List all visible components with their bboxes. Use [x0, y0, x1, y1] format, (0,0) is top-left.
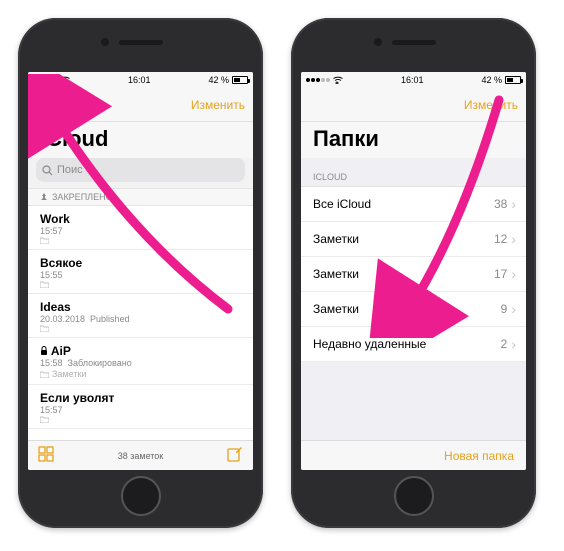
- gallery-view-button[interactable]: [38, 446, 54, 465]
- wifi-icon: [333, 76, 343, 84]
- phone-frame-left: 16:01 42 % Изменить iCloud Поис ЗАКРЕПЛЕ…: [18, 18, 263, 528]
- front-camera: [101, 38, 109, 46]
- compose-button[interactable]: [227, 446, 243, 465]
- folder-row[interactable]: Заметки 9›: [301, 292, 526, 327]
- lock-icon: [40, 346, 48, 356]
- search-icon: [42, 165, 53, 176]
- notes-list: Work 15:57 Всякое 15:55 Ideas 20.03.2018…: [28, 206, 253, 440]
- back-button[interactable]: [36, 93, 48, 116]
- phone-frame-right: 16:01 42 % Изменить Папки ICLOUD Все iCl…: [291, 18, 536, 528]
- folders-list: Все iCloud 38› Заметки 12› Заметки 17› З…: [301, 187, 526, 440]
- signal-dots-icon: [306, 78, 330, 82]
- battery-icon: [232, 76, 248, 84]
- note-row[interactable]: Ideas 20.03.2018Published: [28, 294, 253, 338]
- bottom-toolbar: Новая папка: [301, 440, 526, 470]
- grid-icon: [38, 446, 54, 462]
- page-title: iCloud: [28, 122, 253, 158]
- note-row[interactable]: Всякое 15:55: [28, 250, 253, 294]
- notes-count: 38 заметок: [54, 451, 227, 461]
- chevron-right-icon: ›: [511, 267, 516, 281]
- chevron-right-icon: ›: [511, 232, 516, 246]
- note-row[interactable]: Work 15:57: [28, 206, 253, 250]
- folder-row-deleted[interactable]: Недавно удаленные 2›: [301, 327, 526, 362]
- note-row[interactable]: AiP 15:58Заблокировано Заметки: [28, 338, 253, 385]
- status-bar: 16:01 42 %: [301, 72, 526, 88]
- folder-icon: [40, 237, 49, 244]
- folder-icon: [40, 371, 49, 378]
- battery-percent: 42 %: [208, 75, 229, 85]
- folder-row[interactable]: Все iCloud 38›: [301, 187, 526, 222]
- folder-row[interactable]: Заметки 12›: [301, 222, 526, 257]
- home-button[interactable]: [394, 476, 434, 516]
- home-button[interactable]: [121, 476, 161, 516]
- folder-row[interactable]: Заметки 17›: [301, 257, 526, 292]
- chevron-right-icon: ›: [511, 337, 516, 351]
- edit-button[interactable]: Изменить: [191, 98, 245, 112]
- status-time: 16:01: [128, 75, 151, 85]
- folder-icon: [40, 281, 49, 288]
- search-input[interactable]: Поис: [36, 158, 245, 182]
- chevron-right-icon: ›: [511, 197, 516, 211]
- page-title: Папки: [301, 122, 526, 158]
- nav-bar: Изменить: [301, 88, 526, 122]
- note-row[interactable]: Если уволят 15:57: [28, 385, 253, 429]
- status-bar: 16:01 42 %: [28, 72, 253, 88]
- new-folder-button[interactable]: Новая папка: [444, 449, 514, 463]
- folder-icon: [40, 416, 49, 423]
- section-header: ICLOUD: [301, 158, 526, 187]
- front-camera: [374, 38, 382, 46]
- pinned-header: ЗАКРЕПЛЕНО: [28, 188, 253, 206]
- speaker: [392, 40, 436, 45]
- search-placeholder: Поис: [57, 164, 83, 176]
- battery-percent: 42 %: [481, 75, 502, 85]
- nav-bar: Изменить: [28, 88, 253, 122]
- screen-right: 16:01 42 % Изменить Папки ICLOUD Все iCl…: [301, 72, 526, 470]
- wifi-icon: [60, 76, 70, 84]
- compose-icon: [227, 446, 243, 462]
- battery-icon: [505, 76, 521, 84]
- chevron-left-icon: [36, 93, 48, 111]
- chevron-right-icon: ›: [511, 302, 516, 316]
- signal-dots-icon: [33, 78, 57, 82]
- screen-left: 16:01 42 % Изменить iCloud Поис ЗАКРЕПЛЕ…: [28, 72, 253, 470]
- edit-button[interactable]: Изменить: [464, 98, 518, 112]
- status-time: 16:01: [401, 75, 424, 85]
- speaker: [119, 40, 163, 45]
- pin-icon: [40, 193, 48, 201]
- bottom-toolbar: 38 заметок: [28, 440, 253, 470]
- folder-icon: [40, 325, 49, 332]
